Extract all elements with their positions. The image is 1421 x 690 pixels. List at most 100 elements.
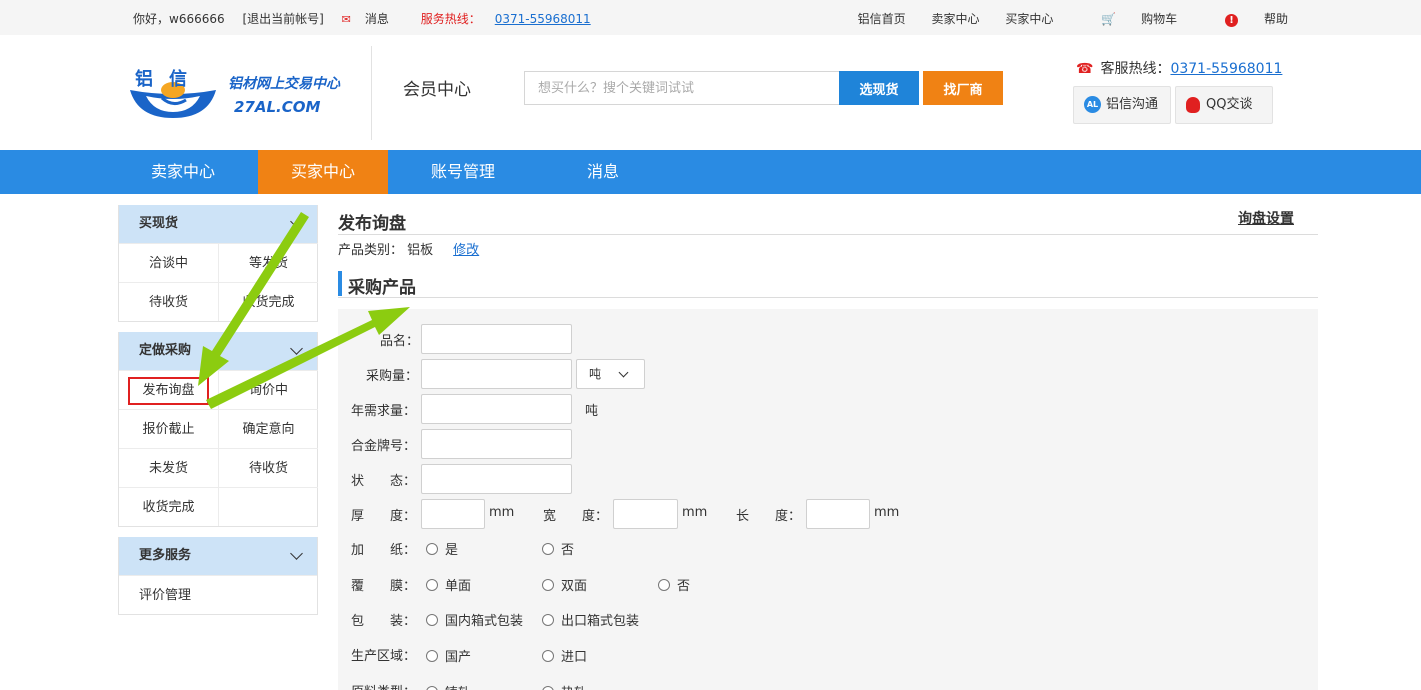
sidebar-head-spot[interactable]: 买现货 xyxy=(119,205,317,243)
category-value: 铝板 xyxy=(407,243,434,258)
nav-seller-center[interactable]: 卖家中心 xyxy=(118,150,248,194)
radio-paper-no[interactable]: 否 xyxy=(542,539,574,558)
sidebar-item-not-shipped[interactable]: 未发货 xyxy=(119,448,219,487)
radio-paper-yes[interactable]: 是 xyxy=(426,539,458,558)
radio-circle-icon xyxy=(426,686,438,690)
nav-messages[interactable]: 消息 xyxy=(538,150,668,194)
label-qty: 采购量： xyxy=(366,369,419,384)
sidebar-item-negotiating[interactable]: 洽谈中 xyxy=(119,243,219,282)
length-unit: mm xyxy=(874,505,900,520)
logout-link[interactable]: [退出当前帐号] xyxy=(242,12,323,26)
sidebar-item-received[interactable]: 收货完成 xyxy=(219,282,318,321)
main-nav: 卖家中心 买家中心 账号管理 消息 xyxy=(0,150,1421,194)
sidebar-item-publish-inquiry[interactable]: 发布询盘 xyxy=(119,370,219,409)
section-header: 采购产品 xyxy=(338,271,1318,298)
alxin-chat-button[interactable]: AL 铝信沟通 xyxy=(1073,86,1171,124)
messages-link[interactable]: ✉ 消息 xyxy=(342,12,403,26)
state-input[interactable] xyxy=(421,464,572,494)
name-input[interactable] xyxy=(421,324,572,354)
thickness-unit: mm xyxy=(489,505,515,520)
logo-slogan: 铝材网上交易中心 xyxy=(228,76,340,92)
service-hotline: ☎ 客服热线：0371-55968011 xyxy=(1076,61,1283,77)
search-input[interactable] xyxy=(524,71,840,105)
modify-category-link[interactable]: 修改 xyxy=(453,243,479,258)
sidebar-head-custom[interactable]: 定做采购 xyxy=(119,332,317,370)
label-name: 品名： xyxy=(380,334,420,349)
width-input[interactable] xyxy=(613,499,678,529)
chevron-down-icon xyxy=(290,342,303,355)
inquiry-settings-link[interactable]: 询盘设置 xyxy=(1238,208,1294,228)
radio-pack-domestic[interactable]: 国内箱式包装 xyxy=(426,610,523,629)
search-maker-button[interactable]: 找厂商 xyxy=(923,71,1003,105)
sidebar-item-await-receive[interactable]: 待收货 xyxy=(119,282,219,321)
hotline-link[interactable]: 0371-55968011 xyxy=(495,12,591,26)
highlight-box xyxy=(128,377,209,405)
radio-material-hot[interactable]: 热轧 xyxy=(542,682,587,690)
annual-input[interactable] xyxy=(421,394,572,424)
top-link-buyer[interactable]: 买家中心 xyxy=(1005,12,1053,26)
radio-film-no[interactable]: 否 xyxy=(658,575,690,594)
nav-account[interactable]: 账号管理 xyxy=(398,150,528,194)
al-chat-icon: AL xyxy=(1084,96,1101,113)
radio-region-import[interactable]: 进口 xyxy=(542,646,587,665)
cart-link[interactable]: 🛒 购物车 xyxy=(1079,12,1177,26)
radio-pack-export[interactable]: 出口箱式包装 xyxy=(542,610,639,629)
sidebar-item-quoting[interactable]: 询价中 xyxy=(219,370,318,409)
sidebar-item-await-ship[interactable]: 等发货 xyxy=(219,243,318,282)
label-length: 长 度： xyxy=(736,509,802,524)
search-spot-button[interactable]: 选现货 xyxy=(839,71,919,105)
help-icon: ! xyxy=(1224,14,1238,27)
sidebar-item-confirm-intent[interactable]: 确定意向 xyxy=(219,409,318,448)
radio-circle-icon xyxy=(658,579,670,591)
length-input[interactable] xyxy=(806,499,870,529)
qty-unit-select[interactable]: 吨 xyxy=(576,359,645,389)
site-logo[interactable]: 铝信 铝材网上交易中心 27AL.COM xyxy=(128,62,353,122)
service-phone-link[interactable]: 0371-55968011 xyxy=(1170,61,1282,77)
label-paper: 加 纸： xyxy=(351,543,417,558)
top-link-seller[interactable]: 卖家中心 xyxy=(932,12,980,26)
nav-buyer-center[interactable]: 买家中心 xyxy=(258,150,388,194)
annual-unit: 吨 xyxy=(585,404,599,419)
section-bar xyxy=(338,271,342,296)
sidebar-item-await-receive-2[interactable]: 待收货 xyxy=(219,448,318,487)
greeting-text: 你好，w666666 xyxy=(133,12,225,26)
label-annual: 年需求量： xyxy=(351,404,417,419)
label-material: 原料类型： xyxy=(351,681,416,690)
sidebar-item-empty xyxy=(219,487,318,526)
top-link-home[interactable]: 铝信首页 xyxy=(858,12,906,26)
phone-icon: ☎ xyxy=(1076,61,1094,77)
label-width: 宽 度： xyxy=(543,509,609,524)
radio-film-single[interactable]: 单面 xyxy=(426,575,471,594)
label-region: 生产区域： xyxy=(351,649,417,664)
radio-circle-icon xyxy=(426,543,438,555)
chevron-down-icon xyxy=(618,367,629,378)
alloy-input[interactable] xyxy=(421,429,572,459)
header-divider xyxy=(371,46,372,140)
qq-chat-button[interactable]: QQ交谈 xyxy=(1175,86,1273,124)
radio-circle-icon xyxy=(426,614,438,626)
sidebar-item-quote-closed[interactable]: 报价截止 xyxy=(119,409,219,448)
radio-film-double[interactable]: 双面 xyxy=(542,575,587,594)
sidebar-item-reviews[interactable]: 评价管理 xyxy=(119,575,317,614)
radio-circle-icon xyxy=(542,543,554,555)
qty-input[interactable] xyxy=(421,359,572,389)
logo-domain: 27AL.COM xyxy=(234,98,321,116)
radio-material-cast[interactable]: 铸轧 xyxy=(426,682,471,690)
radio-circle-icon xyxy=(542,686,554,690)
sidebar-head-more[interactable]: 更多服务 xyxy=(119,537,317,575)
sidebar-group-spot: 买现货 洽谈中 等发货 待收货 收货完成 xyxy=(118,205,318,322)
section-title: 采购产品 xyxy=(348,278,416,298)
sidebar-group-custom: 定做采购 发布询盘 询价中 报价截止 确定意向 未发货 待收货 收货完成 xyxy=(118,332,318,527)
member-center-title: 会员中心 xyxy=(403,80,471,100)
radio-region-domestic[interactable]: 国产 xyxy=(426,646,471,665)
title-divider xyxy=(338,234,1318,235)
top-bar: 你好，w666666 [退出当前帐号] ✉ 消息 服务热线： 0371-559680… xyxy=(0,0,1421,35)
thickness-input[interactable] xyxy=(421,499,485,529)
help-link[interactable]: ! 帮助 xyxy=(1203,12,1288,27)
width-unit: mm xyxy=(682,505,708,520)
chevron-down-icon xyxy=(290,547,303,560)
label-pack: 包 装： xyxy=(351,614,417,629)
label-alloy: 合金牌号： xyxy=(351,439,417,454)
sidebar-item-received-2[interactable]: 收货完成 xyxy=(119,487,219,526)
purchase-form: 品名： 采购量： 吨 年需求量： 吨 合金牌号： 状 态： 厚 度： mm 宽 … xyxy=(338,309,1318,690)
